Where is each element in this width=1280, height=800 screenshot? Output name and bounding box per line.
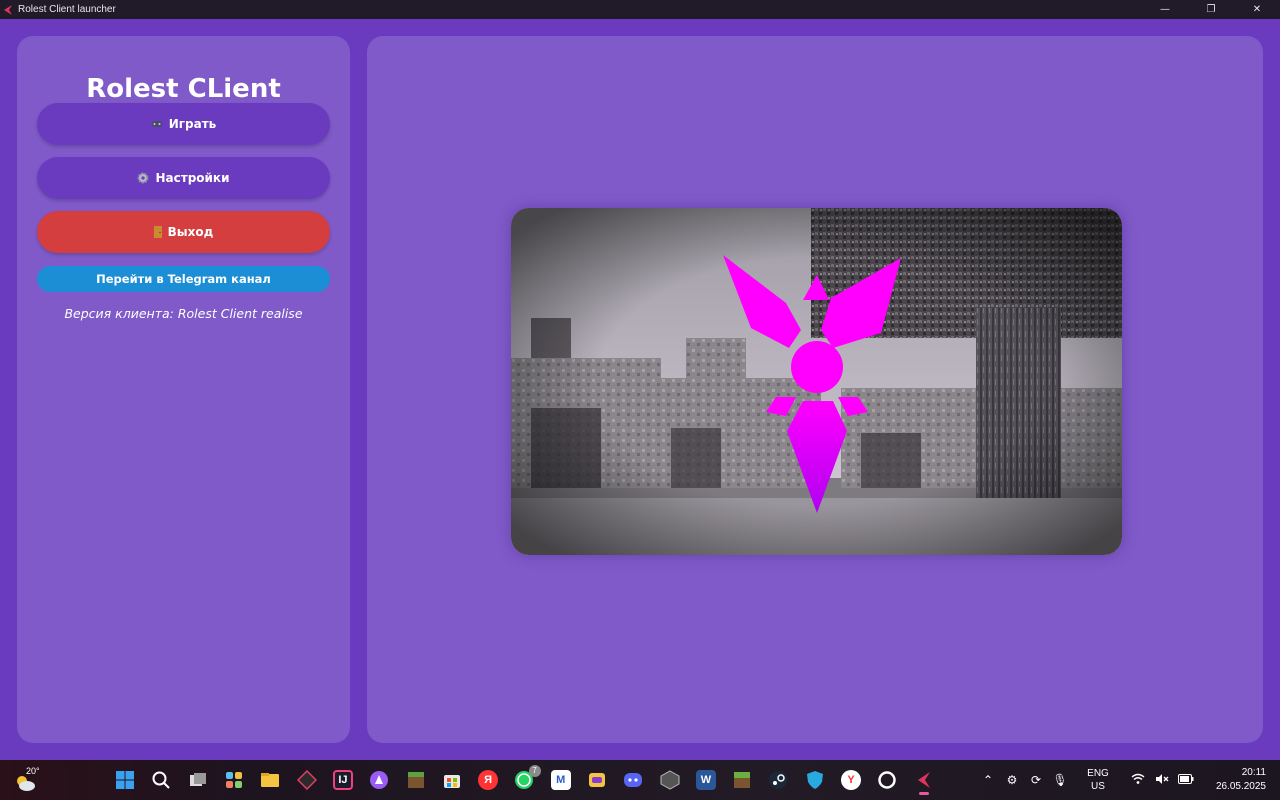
- steam-button[interactable]: [760, 764, 796, 796]
- telegram-label: Перейти в Telegram канал: [96, 272, 271, 286]
- minecraft-icon: [407, 772, 424, 788]
- app-title: Rolest CLient: [86, 74, 281, 104]
- lang-code: ENG: [1087, 768, 1109, 779]
- telegram-button[interactable]: Перейти в Telegram канал: [37, 266, 330, 292]
- taskbar: 20° IJ Я 7 M W Y ⌃ ⚙ ⟳ 🎙 ENG US 20:11 26…: [0, 760, 1280, 800]
- yandex-browser-button[interactable]: Y: [833, 764, 869, 796]
- exit-label: Выход: [167, 225, 214, 239]
- folder-icon: [261, 773, 280, 787]
- version-text: Версия клиента: Rolest Client realise: [64, 306, 303, 321]
- discord-icon: [624, 773, 643, 787]
- intellij-button[interactable]: IJ: [325, 764, 361, 796]
- windows-icon: [116, 771, 135, 789]
- window-title: Rolest Client launcher: [18, 4, 116, 15]
- app-logo-icon: [4, 4, 12, 15]
- clock-date: 26.05.2025: [1215, 781, 1266, 792]
- exit-button[interactable]: Выход: [37, 211, 330, 253]
- preview-image: [511, 208, 1122, 555]
- search-button[interactable]: [143, 764, 179, 796]
- wifi-icon[interactable]: [1126, 773, 1150, 788]
- battery-icon[interactable]: [1174, 773, 1198, 787]
- door-icon: [153, 226, 162, 238]
- opera-gx-button[interactable]: [869, 764, 905, 796]
- compass-app-icon: [296, 770, 317, 790]
- language-indicator[interactable]: ENG US: [1080, 767, 1116, 793]
- grass-block-icon: [734, 772, 751, 788]
- minecraft-button[interactable]: [397, 764, 433, 796]
- start-button[interactable]: [107, 764, 143, 796]
- title-bar: Rolest Client launcher — ❐ ✕: [0, 0, 1280, 19]
- minecraft-2-button[interactable]: [724, 764, 760, 796]
- close-button[interactable]: ✕: [1234, 0, 1280, 19]
- settings-sliders-icon[interactable]: ⚙: [1000, 773, 1024, 787]
- search-icon: [152, 771, 171, 789]
- tanks-icon: [660, 770, 680, 790]
- gear-icon: [137, 172, 149, 184]
- world-of-tanks-button[interactable]: [651, 764, 687, 796]
- word-icon: W: [695, 770, 716, 790]
- shield-icon: [806, 771, 823, 789]
- widgets-button[interactable]: [216, 764, 252, 796]
- main-panel: [367, 36, 1263, 743]
- settings-button[interactable]: Настройки: [37, 157, 330, 199]
- play-label: Играть: [168, 117, 217, 131]
- word-button[interactable]: W: [688, 764, 724, 796]
- chevron-up-icon[interactable]: ⌃: [976, 773, 1000, 787]
- alice-icon: [370, 771, 389, 789]
- weather-widget[interactable]: 20°: [14, 765, 46, 795]
- weather-temp: 20°: [26, 766, 40, 776]
- yandex-icon: Я: [478, 770, 499, 790]
- gamepad-icon: [151, 119, 163, 129]
- game-controller-icon: [589, 773, 605, 787]
- notification-badge: 7: [528, 765, 541, 777]
- alice-button[interactable]: [361, 764, 397, 796]
- opera-icon: [878, 771, 897, 789]
- shield-app-button[interactable]: [797, 764, 833, 796]
- discord-button[interactable]: [615, 764, 651, 796]
- intellij-icon: IJ: [332, 770, 353, 790]
- launcher-window: Rolest CLient Играть Настройки Выход Пер…: [0, 19, 1280, 760]
- store-button[interactable]: [434, 764, 470, 796]
- game-app-button[interactable]: [579, 764, 615, 796]
- volume-muted-icon[interactable]: [1150, 773, 1174, 788]
- sync-icon[interactable]: ⟳: [1024, 773, 1048, 787]
- widgets-icon: [226, 772, 243, 788]
- whatsapp-button[interactable]: 7: [506, 764, 542, 796]
- yandex-button[interactable]: Я: [470, 764, 506, 796]
- app-1-button[interactable]: [288, 764, 324, 796]
- weather-cloud-sun-icon: [17, 776, 35, 791]
- task-view-icon: [189, 773, 206, 786]
- file-explorer-button[interactable]: [252, 764, 288, 796]
- clock-time: 20:11: [1241, 767, 1266, 778]
- settings-label: Настройки: [155, 171, 230, 185]
- sidebar: Rolest CLient Играть Настройки Выход Пер…: [17, 36, 350, 743]
- task-view-button[interactable]: [180, 764, 216, 796]
- app-m-icon: M: [550, 770, 571, 790]
- yandex-browser-icon: Y: [841, 770, 862, 790]
- minecraft-scene-image: [511, 208, 1122, 555]
- restore-button[interactable]: ❐: [1188, 0, 1234, 19]
- play-button[interactable]: Играть: [37, 103, 330, 145]
- rolest-launcher-button[interactable]: [906, 764, 942, 796]
- clock[interactable]: 20:11 26.05.2025: [1204, 766, 1266, 794]
- store-icon: [443, 775, 460, 788]
- minimize-button[interactable]: —: [1142, 0, 1188, 19]
- steam-icon: [769, 771, 788, 789]
- taskbar-apps: IJ Я 7 M W Y: [107, 764, 942, 796]
- microphone-icon[interactable]: 🎙: [1048, 773, 1072, 787]
- rolest-launcher-icon: [917, 772, 930, 788]
- lang-region: US: [1091, 781, 1105, 792]
- app-m-button[interactable]: M: [543, 764, 579, 796]
- system-tray: ⌃ ⚙ ⟳ 🎙 ENG US 20:11 26.05.2025: [976, 760, 1280, 800]
